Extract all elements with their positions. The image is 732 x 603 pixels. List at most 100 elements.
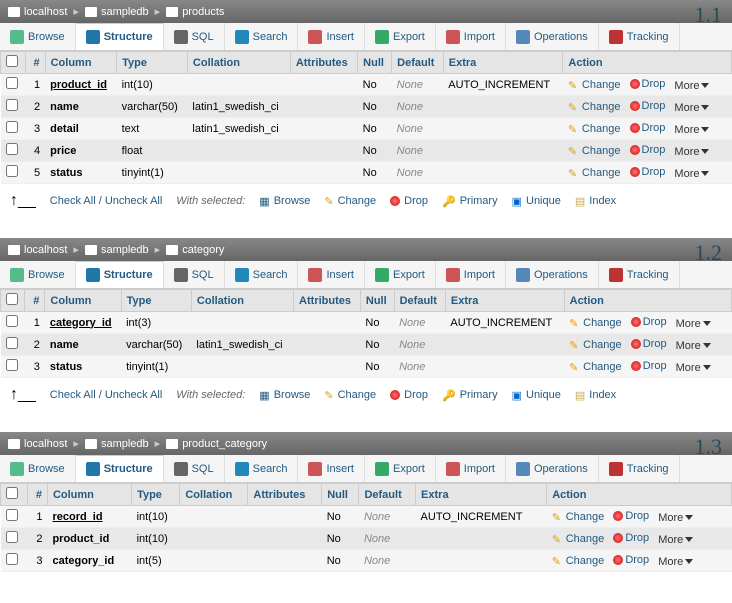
footer-index[interactable]: ▤Index xyxy=(575,389,616,402)
tab-export[interactable]: Export xyxy=(365,455,436,482)
change-button[interactable]: ✎Change xyxy=(568,167,621,179)
change-button[interactable]: ✎Change xyxy=(568,123,621,135)
tab-tracking[interactable]: Tracking xyxy=(599,455,680,482)
change-button[interactable]: ✎Change xyxy=(568,145,621,157)
tab-insert[interactable]: Insert xyxy=(298,23,365,50)
more-button[interactable]: More xyxy=(674,168,709,180)
drop-button[interactable]: Drop xyxy=(630,100,666,112)
change-button[interactable]: ✎Change xyxy=(568,79,621,91)
tab-search[interactable]: Search xyxy=(225,23,299,50)
tab-operations[interactable]: Operations xyxy=(506,455,599,482)
breadcrumb-link[interactable]: sampledb xyxy=(101,438,149,450)
check-all-link[interactable]: Check All / Uncheck All xyxy=(50,195,163,207)
footer-primary[interactable]: 🔑Primary xyxy=(442,195,498,208)
breadcrumb-link[interactable]: localhost xyxy=(24,438,67,450)
drop-button[interactable]: Drop xyxy=(631,338,667,350)
change-button[interactable]: ✎Change xyxy=(569,361,622,373)
change-button[interactable]: ✎Change xyxy=(569,339,622,351)
drop-button[interactable]: Drop xyxy=(630,78,666,90)
tab-browse[interactable]: Browse xyxy=(0,23,76,50)
breadcrumb-link[interactable]: localhost xyxy=(24,244,67,256)
row-checkbox[interactable] xyxy=(6,315,18,327)
tab-insert[interactable]: Insert xyxy=(298,261,365,288)
more-button[interactable]: More xyxy=(674,102,709,114)
more-button[interactable]: More xyxy=(676,318,711,330)
breadcrumb-link[interactable]: sampledb xyxy=(101,244,149,256)
footer-unique[interactable]: ▣Unique xyxy=(512,195,561,208)
col-column[interactable]: Column xyxy=(47,484,131,506)
tab-export[interactable]: Export xyxy=(365,261,436,288)
drop-button[interactable]: Drop xyxy=(631,316,667,328)
breadcrumb-link[interactable]: category xyxy=(182,244,224,256)
col-column[interactable]: Column xyxy=(45,290,121,312)
tab-tracking[interactable]: Tracking xyxy=(599,23,680,50)
tab-browse[interactable]: Browse xyxy=(0,455,76,482)
change-button[interactable]: ✎Change xyxy=(552,555,605,567)
footer-drop[interactable]: Drop xyxy=(390,389,428,401)
tab-operations[interactable]: Operations xyxy=(506,261,599,288)
drop-button[interactable]: Drop xyxy=(613,532,649,544)
tab-sql[interactable]: SQL xyxy=(164,23,225,50)
change-button[interactable]: ✎Change xyxy=(568,101,621,113)
row-checkbox[interactable] xyxy=(6,359,18,371)
tab-import[interactable]: Import xyxy=(436,455,506,482)
tab-search[interactable]: Search xyxy=(225,261,299,288)
tab-import[interactable]: Import xyxy=(436,23,506,50)
footer-browse[interactable]: ▦Browse xyxy=(259,389,310,402)
check-all[interactable] xyxy=(6,293,18,305)
tab-insert[interactable]: Insert xyxy=(298,455,365,482)
footer-primary[interactable]: 🔑Primary xyxy=(442,389,498,402)
tab-sql[interactable]: SQL xyxy=(164,261,225,288)
footer-browse[interactable]: ▦Browse xyxy=(259,195,310,208)
drop-button[interactable]: Drop xyxy=(613,554,649,566)
check-all[interactable] xyxy=(6,55,18,67)
row-checkbox[interactable] xyxy=(6,531,18,543)
footer-index[interactable]: ▤Index xyxy=(575,195,616,208)
drop-button[interactable]: Drop xyxy=(630,166,666,178)
col-column[interactable]: Column xyxy=(45,52,116,74)
row-checkbox[interactable] xyxy=(6,165,18,177)
drop-button[interactable]: Drop xyxy=(630,144,666,156)
row-checkbox[interactable] xyxy=(6,337,18,349)
tab-import[interactable]: Import xyxy=(436,261,506,288)
tab-browse[interactable]: Browse xyxy=(0,261,76,288)
check-all-link[interactable]: Check All / Uncheck All xyxy=(50,389,163,401)
more-button[interactable]: More xyxy=(676,340,711,352)
tab-structure[interactable]: Structure xyxy=(76,455,164,482)
more-button[interactable]: More xyxy=(658,556,693,568)
row-checkbox[interactable] xyxy=(6,99,18,111)
footer-change[interactable]: ✎Change xyxy=(324,389,376,402)
tab-operations[interactable]: Operations xyxy=(506,23,599,50)
drop-button[interactable]: Drop xyxy=(630,122,666,134)
more-button[interactable]: More xyxy=(674,124,709,136)
tab-structure[interactable]: Structure xyxy=(76,261,164,288)
footer-drop[interactable]: Drop xyxy=(390,195,428,207)
more-button[interactable]: More xyxy=(674,80,709,92)
tab-structure[interactable]: Structure xyxy=(76,23,164,50)
row-checkbox[interactable] xyxy=(6,77,18,89)
drop-button[interactable]: Drop xyxy=(613,510,649,522)
row-checkbox[interactable] xyxy=(6,553,18,565)
more-button[interactable]: More xyxy=(676,362,711,374)
breadcrumb-link[interactable]: products xyxy=(182,6,224,18)
change-button[interactable]: ✎Change xyxy=(569,317,622,329)
more-button[interactable]: More xyxy=(658,534,693,546)
footer-change[interactable]: ✎Change xyxy=(324,195,376,208)
row-checkbox[interactable] xyxy=(6,143,18,155)
row-checkbox[interactable] xyxy=(6,509,18,521)
check-all[interactable] xyxy=(6,487,18,499)
breadcrumb-link[interactable]: localhost xyxy=(24,6,67,18)
tab-sql[interactable]: SQL xyxy=(164,455,225,482)
more-button[interactable]: More xyxy=(658,512,693,524)
tab-tracking[interactable]: Tracking xyxy=(599,261,680,288)
more-button[interactable]: More xyxy=(674,146,709,158)
tab-search[interactable]: Search xyxy=(225,455,299,482)
tab-export[interactable]: Export xyxy=(365,23,436,50)
breadcrumb-link[interactable]: sampledb xyxy=(101,6,149,18)
change-button[interactable]: ✎Change xyxy=(552,511,605,523)
row-checkbox[interactable] xyxy=(6,121,18,133)
footer-unique[interactable]: ▣Unique xyxy=(512,389,561,402)
breadcrumb-link[interactable]: product_category xyxy=(182,438,267,450)
change-button[interactable]: ✎Change xyxy=(552,533,605,545)
drop-button[interactable]: Drop xyxy=(631,360,667,372)
